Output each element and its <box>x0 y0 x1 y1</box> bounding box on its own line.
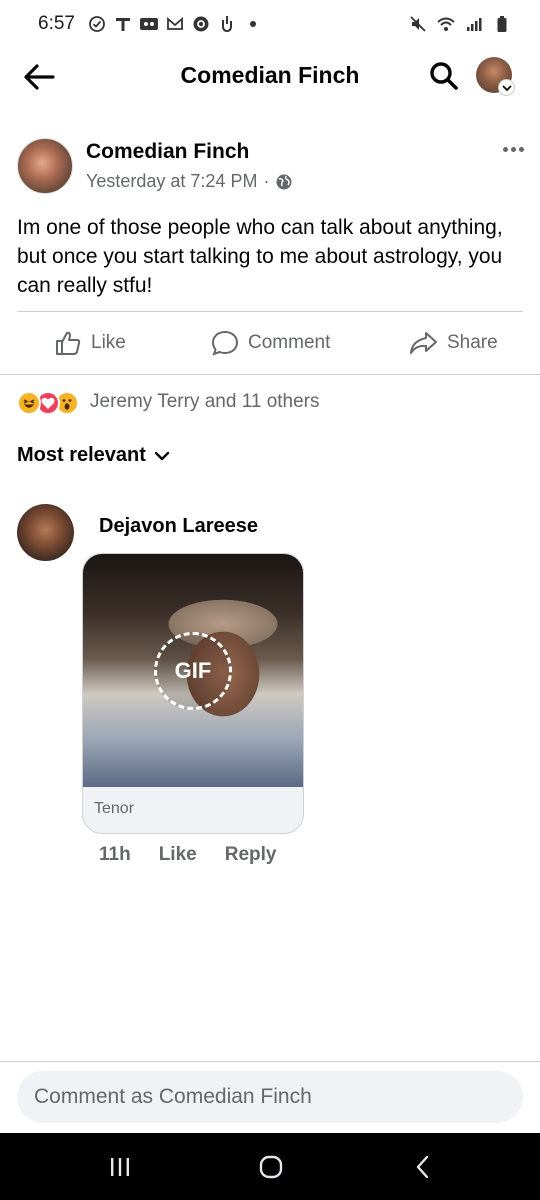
comment-like-button[interactable]: Like <box>159 844 197 866</box>
check-circle-icon <box>87 14 107 34</box>
recent-apps-icon <box>111 1158 129 1176</box>
gif-attachment[interactable]: GIF Tenor <box>82 553 304 834</box>
status-left: 6:57 <box>38 13 263 35</box>
comment-actions: 11h Like Reply <box>99 844 276 866</box>
top-bar: Comedian Finch <box>0 48 540 104</box>
chevron-left-icon <box>416 1155 429 1179</box>
status-bar: 6:57 <box>0 0 540 48</box>
post-author-name[interactable]: Comedian Finch <box>86 140 249 164</box>
battery-icon <box>492 14 512 34</box>
commenter-name[interactable]: Dejavon Lareese <box>99 515 258 538</box>
divider <box>17 311 523 312</box>
more-dot-icon <box>510 146 516 152</box>
more-dot-icon <box>518 146 524 152</box>
reactions-summary[interactable]: Jeremy Terry and 11 others <box>90 391 320 413</box>
post-meta: Yesterday at 7:24 PM · <box>86 171 293 192</box>
chevron-down-icon <box>498 79 515 96</box>
gmail-icon <box>165 14 185 34</box>
like-label: Like <box>91 332 126 353</box>
post-timestamp[interactable]: Yesterday at 7:24 PM <box>86 171 257 192</box>
dot-icon <box>243 14 263 34</box>
divider <box>0 1061 540 1062</box>
post-author-avatar[interactable] <box>17 138 73 194</box>
status-right <box>408 14 512 34</box>
like-button[interactable]: Like <box>54 326 126 360</box>
wifi-icon <box>436 14 456 34</box>
system-nav-bar <box>0 1133 540 1200</box>
system-back-button[interactable] <box>405 1153 441 1181</box>
share-label: Share <box>447 332 498 353</box>
share-button[interactable]: Share <box>408 326 498 360</box>
post-text: Im one of those people who can talk abou… <box>17 216 503 297</box>
t-mobile-icon <box>113 14 133 34</box>
sort-label: Most relevant <box>17 444 146 466</box>
chevron-down-icon <box>154 451 170 460</box>
recent-apps-button[interactable] <box>102 1153 138 1181</box>
comment-composer-input[interactable]: Comment as Comedian Finch <box>17 1071 523 1123</box>
haha-reaction-icon <box>17 391 41 415</box>
search-icon <box>430 62 458 90</box>
hand-icon <box>217 14 237 34</box>
more-options-button[interactable] <box>498 138 528 160</box>
meta-separator: · <box>263 171 270 191</box>
voicemail-icon <box>139 14 159 34</box>
profile-avatar-button[interactable] <box>476 57 515 96</box>
comment-button[interactable]: Comment <box>211 326 330 360</box>
home-button[interactable] <box>253 1153 289 1181</box>
commenter-avatar[interactable] <box>17 504 74 561</box>
comment-bubble-icon <box>211 330 239 356</box>
signal-icon <box>464 14 484 34</box>
gif-source-label: Tenor <box>94 800 135 817</box>
status-time: 6:57 <box>38 13 75 34</box>
comment-label: Comment <box>248 332 331 353</box>
reaction-icons[interactable] <box>17 390 79 416</box>
divider <box>0 374 540 375</box>
thumbs-up-icon <box>56 331 81 355</box>
comment-sort-dropdown[interactable]: Most relevant <box>17 444 170 467</box>
mute-icon <box>408 14 428 34</box>
threads-icon <box>191 14 211 34</box>
globe-icon <box>276 174 292 189</box>
gif-play-badge[interactable]: GIF <box>154 632 232 710</box>
search-button[interactable] <box>426 58 462 94</box>
share-arrow-icon <box>410 332 437 354</box>
more-dot-icon <box>502 146 508 152</box>
home-icon <box>259 1155 283 1179</box>
comment-time[interactable]: 11h <box>99 844 131 866</box>
comment-reply-button[interactable]: Reply <box>225 844 277 866</box>
